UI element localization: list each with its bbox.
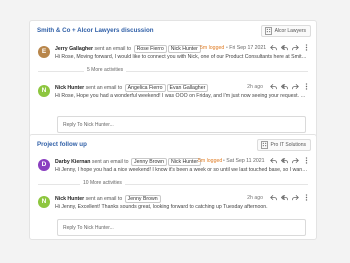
thread-card: Project follow up Pro IT Solutions D Dar… [29,134,317,240]
avatar: N [38,196,50,208]
divider [38,184,308,185]
more-icon[interactable] [303,157,310,164]
action-verb: sent an email to [94,46,132,52]
org-badge[interactable]: Pro IT Solutions [256,139,311,151]
message-item[interactable]: N Nick Hunter sent an email to Angelica … [30,81,316,109]
sender-name[interactable]: Nick Hunter [55,85,84,91]
message-header: Nick Hunter sent an email to Angelica Fi… [55,84,209,92]
reply-all-icon[interactable] [281,157,288,164]
recipient-chip[interactable]: Nick Hunter [168,158,202,166]
sender-name[interactable]: Darby Kiernan [55,159,90,165]
sender-name[interactable]: Jerry Gallagher [55,46,93,52]
org-badge[interactable]: Alcor Lawyers [260,25,311,37]
message-header: Jerry Gallagher sent an email to Rose Fi… [55,45,201,53]
building-icon [264,27,272,35]
logged-status: 5m logged [198,158,223,164]
message-date: 2h ago [247,84,263,90]
forward-icon[interactable] [292,83,299,90]
recipient-chip[interactable]: Evan Gallagher [166,84,209,92]
reply-all-icon[interactable] [281,83,288,90]
message-preview: Hi Jenny, Excellent! Thanks sounds great… [55,204,268,210]
message-date-text: Sat Sep 11 2021 [226,158,265,164]
more-icon[interactable] [303,83,310,90]
more-activities[interactable]: 5 More activities [30,67,316,75]
message-actions [270,83,310,90]
message-actions [270,194,310,201]
reply-icon[interactable] [270,83,277,90]
thread-title[interactable]: Project follow up [37,141,87,148]
thread-header: Smith & Co + Alcor Lawyers discussion Al… [30,21,316,42]
org-name: Alcor Lawyers [274,28,306,34]
sender-name[interactable]: Nick Hunter [55,196,84,202]
reply-all-icon[interactable] [281,44,288,51]
reply-all-icon[interactable] [281,194,288,201]
forward-icon[interactable] [292,157,299,164]
message-item[interactable]: D Darby Kiernan sent an email to Jenny B… [30,155,316,183]
divider [38,71,308,72]
action-verb: sent an email to [91,159,129,165]
logged-status: 5m logged [200,45,225,51]
more-activities-label[interactable]: 5 More activities [84,67,127,73]
message-preview: Hi Rose, Moving forward, I would like to… [55,54,308,60]
recipient-chip[interactable]: Rose Fierro [133,45,167,53]
org-name: Pro IT Solutions [270,142,306,148]
more-activities-label[interactable]: 10 More activities [80,180,125,186]
thread-title[interactable]: Smith & Co + Alcor Lawyers discussion [37,27,154,34]
message-header: Darby Kiernan sent an email to Jenny Bro… [55,158,202,166]
action-verb: sent an email to [85,196,123,202]
recipient-chip[interactable]: Angelica Fierro [124,84,166,92]
message-date: • Sat Sep 11 2021 [223,158,265,164]
avatar: N [38,85,50,97]
message-date-text: Fri Sep 17 2021 [229,45,267,51]
message-date: 2h ago [247,195,263,201]
avatar: E [38,46,50,58]
message-actions [270,157,310,164]
forward-icon[interactable] [292,44,299,51]
reply-input[interactable]: Reply To Nick Hunter... [57,219,306,236]
recipient-chip[interactable]: Jenny Brown [131,158,167,166]
recipient-chip[interactable]: Nick Hunter [167,45,201,53]
thread-card: Smith & Co + Alcor Lawyers discussion Al… [29,20,317,141]
more-icon[interactable] [303,44,310,51]
message-header: Nick Hunter sent an email to Jenny Brown [55,195,161,203]
forward-icon[interactable] [292,194,299,201]
message-actions [270,44,310,51]
message-preview: Hi Rose, Hope you had a wonderful weeken… [55,93,308,99]
building-icon [260,141,268,149]
more-icon[interactable] [303,194,310,201]
message-preview: Hi Jenny, I hope you had a nice weekend!… [55,167,308,173]
reply-input[interactable]: Reply To Nick Hunter... [57,116,306,133]
action-verb: sent an email to [85,85,123,91]
more-activities[interactable]: 10 More activities [30,180,316,188]
thread-header: Project follow up Pro IT Solutions [30,135,316,156]
reply-icon[interactable] [270,44,277,51]
message-item[interactable]: E Jerry Gallagher sent an email to Rose … [30,42,316,70]
message-item[interactable]: N Nick Hunter sent an email to Jenny Bro… [30,192,316,220]
message-date: • Fri Sep 17 2021 [226,45,267,51]
avatar: D [38,159,50,171]
reply-icon[interactable] [270,194,277,201]
reply-icon[interactable] [270,157,277,164]
recipient-chip[interactable]: Jenny Brown [124,195,161,203]
